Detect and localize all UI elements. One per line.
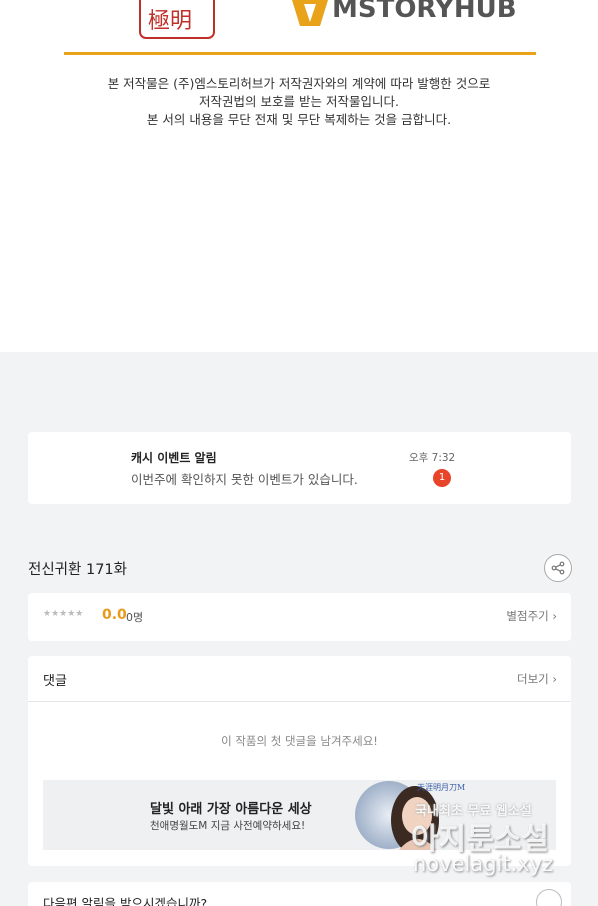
share-icon — [551, 561, 565, 575]
bell-icon[interactable] — [536, 889, 562, 906]
notification-time: 오후 7:32 — [409, 452, 456, 464]
notification-badge: 1 — [433, 469, 451, 487]
rating-count: 0명 — [126, 611, 144, 624]
rate-button[interactable]: 별점주기 › — [506, 608, 557, 624]
svg-text:天涯明月刀M: 天涯明月刀M — [417, 783, 465, 792]
orange-divider — [64, 52, 536, 55]
notification-title: 캐시 이벤트 알림 — [131, 451, 217, 465]
next-alert-text: 다음편 알림을 받으시겠습니까? — [43, 896, 208, 906]
star-rating-icon: ★★★★★ — [43, 609, 84, 619]
rating-score: 0.0 — [102, 607, 127, 623]
copyright-notice: 본 저작물은 (주)엠스토리허브가 저작권자와의 계약에 따라 발행한 것으로 … — [64, 75, 534, 129]
copyright-page: 極明 MSTORYHUB 본 저작물은 (주)엠스토리허브가 저작권자와의 계약… — [0, 0, 598, 352]
next-episode-alert: 다음편 알림을 받으시겠습니까? — [28, 882, 571, 906]
comments-panel: 댓글 더보기 › 이 작품의 첫 댓글을 남겨주세요! 달빛 아래 가장 아름다… — [28, 656, 571, 866]
banner-subtitle: 천애명월도M 지금 사전예약하세요! — [150, 820, 306, 832]
comments-empty-message: 이 작품의 첫 댓글을 남겨주세요! — [221, 734, 378, 748]
publisher-logo-icon — [292, 0, 328, 26]
author-seal-logo: 極明 — [139, 0, 215, 39]
notification-message: 이번주에 확인하지 못한 이벤트가 있습니다. — [131, 472, 358, 487]
copyright-line-3: 본 서의 내용을 무단 전재 및 무단 복제하는 것을 금합니다. — [146, 112, 452, 127]
ad-banner[interactable]: 달빛 아래 가장 아름다운 세상 천애명월도M 지금 사전예약하세요! 天涯明月… — [43, 780, 556, 850]
copyright-line-2: 저작권법의 보호를 받는 저작물입니다. — [199, 94, 399, 109]
comments-more-link[interactable]: 더보기 › — [517, 671, 557, 687]
banner-character-image: 天涯明月刀M — [355, 781, 465, 850]
banner-title: 달빛 아래 가장 아름다운 세상 — [150, 802, 312, 817]
copyright-line-1: 본 저작물은 (주)엠스토리허브가 저작권자와의 계약에 따라 발행한 것으로 — [107, 76, 491, 91]
comments-title: 댓글 — [43, 674, 67, 689]
publisher-logo-text: MSTORYHUB — [332, 0, 517, 24]
comments-header: 댓글 더보기 › — [28, 656, 571, 702]
svg-text:極明: 極明 — [148, 9, 192, 34]
event-notification[interactable]: 캐시 이벤트 알림 이번주에 확인하지 못한 이벤트가 있습니다. 오후 7:3… — [28, 432, 571, 504]
episode-title: 전신귀환 171화 — [28, 562, 127, 578]
share-button[interactable] — [544, 554, 572, 582]
publisher-logo: MSTORYHUB — [292, 0, 528, 28]
rating-panel: ★★★★★ 0.0 0명 별점주기 › — [28, 593, 571, 641]
